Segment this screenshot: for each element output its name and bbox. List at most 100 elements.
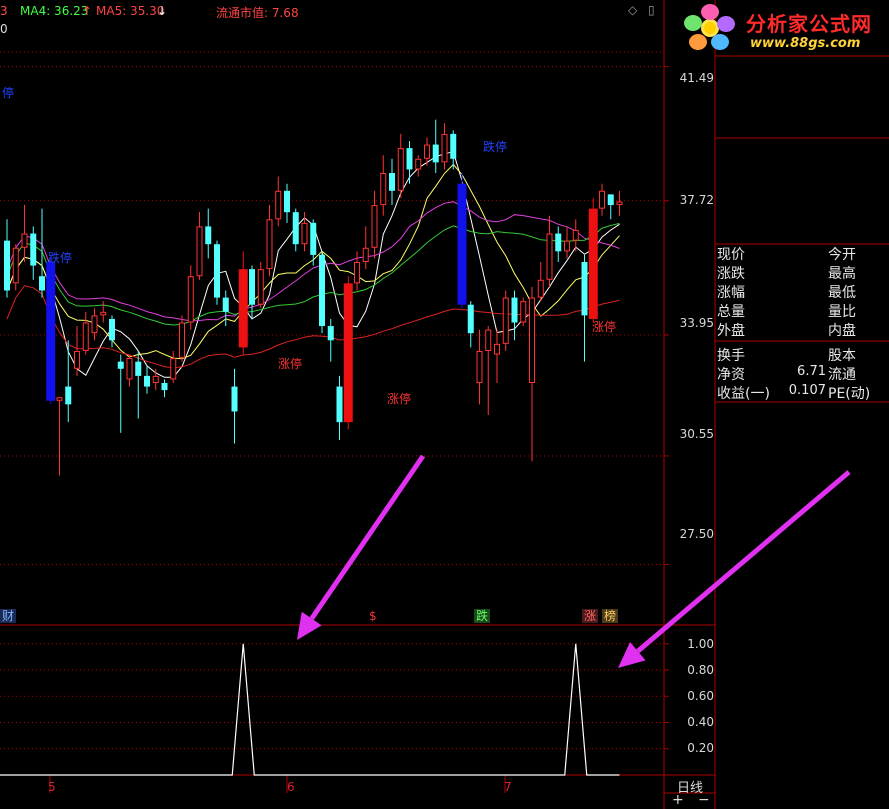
candle (599, 183, 605, 216)
candle (39, 208, 45, 298)
candle (441, 123, 448, 170)
price-tick: 41.49 (679, 71, 714, 85)
candle-body (196, 226, 203, 277)
candle-body (441, 133, 448, 163)
candle (581, 254, 588, 362)
candle-body (126, 358, 133, 380)
date-label: 5 (48, 780, 56, 794)
zoom-in-button[interactable]: + (672, 792, 684, 808)
candle-body (616, 201, 623, 206)
candle-body (284, 190, 290, 213)
candle (485, 326, 492, 416)
candle-body (371, 205, 378, 248)
candle (126, 354, 133, 387)
kline-chart[interactable] (0, 0, 889, 809)
candle-body (406, 148, 413, 170)
candle-body (187, 276, 194, 323)
candle-body (249, 269, 255, 305)
limit-down-label: 跌停 (483, 140, 508, 154)
indicator-tick: 1.00 (687, 637, 714, 651)
candle-body (82, 322, 89, 351)
indicator-tick: 0.20 (687, 741, 714, 755)
candle (511, 290, 518, 341)
candle-body (520, 301, 527, 323)
price-tick: 37.72 (679, 193, 714, 207)
arrow-head (297, 611, 322, 640)
candle (310, 219, 317, 266)
candle-body (564, 240, 570, 252)
candle-body (415, 158, 422, 170)
candle-body (161, 383, 168, 391)
candle-body (152, 375, 159, 384)
candle-body (109, 318, 115, 341)
candle-body (336, 386, 343, 423)
quote-value: 0.107 (788, 383, 826, 398)
quote-label: 最高 (828, 266, 856, 282)
candle-body (238, 269, 248, 348)
candle-body (100, 311, 107, 316)
candle-body (39, 276, 45, 291)
quote-label: 股本 (828, 348, 856, 364)
candle (100, 301, 107, 323)
candle-body (91, 315, 98, 334)
price-tick: 33.95 (679, 316, 714, 330)
ranking-event-marker[interactable]: 榜 (602, 609, 619, 623)
indicator-tick: 0.80 (687, 663, 714, 677)
candle-body (588, 208, 598, 319)
limit-up-label: 涨停 (592, 320, 617, 334)
dollar-event-marker[interactable]: $ (367, 609, 379, 623)
quote-label: 涨跌 (717, 266, 745, 282)
candle (231, 368, 238, 444)
indicator-panel (0, 643, 620, 776)
indicator-line (0, 643, 620, 776)
limit-up-label: 涨停 (278, 357, 303, 371)
candle (292, 208, 299, 252)
candle (529, 286, 535, 462)
candle (196, 212, 203, 280)
finance-event-marker[interactable]: 财 (0, 609, 17, 623)
candle (616, 190, 623, 216)
candle-body (354, 262, 360, 284)
indicator-tick: 0.40 (687, 715, 714, 729)
annotation-arrows (297, 454, 851, 668)
candle-body (319, 254, 325, 327)
candle (257, 262, 264, 309)
candle (555, 226, 562, 262)
candle (336, 375, 343, 440)
quote-row: 总量 量比 (715, 301, 889, 320)
candle-body (135, 361, 142, 376)
candle (494, 329, 500, 383)
candle-body (12, 247, 19, 284)
candle (467, 301, 474, 348)
candle-body (65, 386, 72, 405)
rise-event-marker[interactable]: 涨 (582, 609, 599, 623)
candle-body (46, 262, 56, 401)
candle-body (476, 350, 483, 383)
indicator-tick: 0.60 (687, 689, 714, 703)
candle-body (546, 233, 553, 280)
candle-body (179, 322, 185, 359)
candle (406, 141, 413, 184)
arrow-icon (297, 454, 426, 640)
candle-body (581, 262, 588, 316)
zoom-out-button[interactable]: − (698, 792, 710, 808)
candle (588, 197, 598, 323)
arrow-icon (618, 470, 851, 668)
quote-label: 总量 (717, 304, 745, 320)
candle-body (222, 297, 229, 312)
candle-body (266, 219, 273, 270)
fall-event-marker[interactable]: 跌 (474, 609, 491, 623)
candle (170, 350, 177, 383)
candle-body (494, 343, 500, 355)
quote-label: 最低 (828, 285, 856, 301)
candle (46, 254, 56, 405)
candle-body (301, 222, 308, 245)
candle (4, 219, 10, 298)
quote-label: 涨幅 (717, 285, 745, 301)
candle (82, 311, 89, 355)
candle-body (21, 233, 28, 248)
candle-body (327, 326, 334, 341)
candle-body (117, 361, 124, 369)
candle-body (56, 397, 63, 401)
candle (450, 130, 457, 170)
